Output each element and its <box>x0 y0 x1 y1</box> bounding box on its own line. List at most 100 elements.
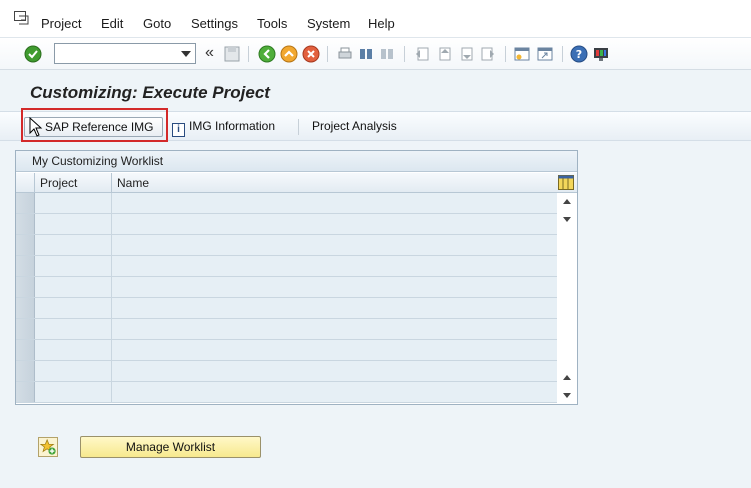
table-title: My Customizing Worklist <box>16 151 577 172</box>
cell-project[interactable] <box>36 382 112 402</box>
back-icon[interactable] <box>258 45 276 63</box>
menu-edit[interactable]: Edit <box>101 16 123 31</box>
cell-project[interactable] <box>36 193 112 213</box>
menu-system[interactable]: System <box>307 16 350 31</box>
cancel-icon[interactable] <box>302 45 320 63</box>
table-header: Project Name <box>16 173 577 193</box>
previous-page-icon[interactable] <box>435 45 453 63</box>
select-all-cell[interactable] <box>16 173 35 193</box>
next-page-icon[interactable] <box>457 45 475 63</box>
table-row[interactable] <box>16 319 557 340</box>
menu-project[interactable]: Project <box>41 16 81 31</box>
table-row[interactable] <box>16 298 557 319</box>
row-selector[interactable] <box>16 277 35 297</box>
project-analysis-button[interactable]: Project Analysis <box>312 117 412 137</box>
project-analysis-label: Project Analysis <box>312 119 397 133</box>
enter-checkmark-icon[interactable] <box>24 45 42 63</box>
row-selector[interactable] <box>16 382 35 402</box>
highlight-annotation <box>21 108 168 142</box>
exit-icon[interactable] <box>280 45 298 63</box>
cell-project[interactable] <box>36 214 112 234</box>
toolbar-separator <box>248 46 249 62</box>
img-information-button[interactable]: i IMG Information <box>172 117 282 137</box>
toolbar-separator <box>505 46 506 62</box>
cell-project[interactable] <box>36 361 112 381</box>
column-header-project[interactable]: Project <box>36 173 112 193</box>
cell-name[interactable] <box>113 235 557 255</box>
standard-toolbar: « ? <box>0 38 751 70</box>
cell-project[interactable] <box>36 340 112 360</box>
save-icon[interactable] <box>223 45 241 63</box>
row-selector[interactable] <box>16 235 35 255</box>
page-title: Customizing: Execute Project <box>30 83 270 102</box>
cell-name[interactable] <box>113 193 557 213</box>
title-bar: Customizing: Execute Project <box>0 71 751 111</box>
toolbar-separator <box>327 46 328 62</box>
column-header-name[interactable]: Name <box>113 173 413 193</box>
toolbar-separator <box>298 119 299 135</box>
row-selector[interactable] <box>16 361 35 381</box>
table-row[interactable] <box>16 361 557 382</box>
scroll-page-down-icon[interactable] <box>563 217 571 222</box>
cell-name[interactable] <box>113 382 557 402</box>
toolbar-separator <box>562 46 563 62</box>
table-row[interactable] <box>16 256 557 277</box>
cell-name[interactable] <box>113 361 557 381</box>
vertical-scrollbar[interactable] <box>558 193 577 404</box>
table-row[interactable] <box>16 235 557 256</box>
scroll-page-up-icon[interactable] <box>563 375 571 380</box>
cell-project[interactable] <box>36 256 112 276</box>
cell-name[interactable] <box>113 298 557 318</box>
system-menu-icon[interactable] <box>14 11 30 25</box>
info-icon: i <box>172 123 185 137</box>
scroll-down-icon[interactable] <box>563 393 571 398</box>
row-selector[interactable] <box>16 298 35 318</box>
row-selector[interactable] <box>16 256 35 276</box>
cell-name[interactable] <box>113 214 557 234</box>
cell-project[interactable] <box>36 319 112 339</box>
svg-text:?: ? <box>576 48 582 61</box>
customizing-worklist-table: My Customizing Worklist Project Name <box>15 150 578 405</box>
print-icon[interactable] <box>336 45 354 63</box>
row-selector[interactable] <box>16 193 35 213</box>
cell-name[interactable] <box>113 256 557 276</box>
command-field[interactable] <box>54 43 196 64</box>
toolbar-separator <box>404 46 405 62</box>
cell-project[interactable] <box>36 277 112 297</box>
cell-project[interactable] <box>36 298 112 318</box>
collapse-command-icon[interactable]: « <box>205 44 214 62</box>
table-row[interactable] <box>16 193 557 214</box>
table-row[interactable] <box>16 277 557 298</box>
table-row[interactable] <box>16 340 557 361</box>
menu-help[interactable]: Help <box>368 16 395 31</box>
table-row[interactable] <box>16 214 557 235</box>
last-page-icon[interactable] <box>479 45 497 63</box>
menu-tools[interactable]: Tools <box>257 16 287 31</box>
scroll-up-icon[interactable] <box>563 199 571 204</box>
cell-name[interactable] <box>113 340 557 360</box>
table-body <box>16 193 557 404</box>
manage-worklist-button[interactable]: Manage Worklist <box>80 436 261 458</box>
row-selector[interactable] <box>16 319 35 339</box>
command-input[interactable] <box>55 44 175 63</box>
cell-name[interactable] <box>113 319 557 339</box>
table-layout-icon[interactable] <box>558 175 574 190</box>
chevron-down-icon[interactable] <box>181 51 191 57</box>
help-icon[interactable]: ? <box>570 45 588 63</box>
customize-layout-icon[interactable] <box>592 45 610 63</box>
menu-bar: Project Edit Goto Settings Tools System … <box>0 0 751 38</box>
add-favorite-star-icon[interactable] <box>38 437 58 457</box>
cell-project[interactable] <box>36 235 112 255</box>
img-information-label: IMG Information <box>189 119 276 133</box>
cell-name[interactable] <box>113 277 557 297</box>
shortcut-icon[interactable] <box>536 45 554 63</box>
find-next-icon[interactable] <box>378 45 396 63</box>
row-selector[interactable] <box>16 214 35 234</box>
table-row[interactable] <box>16 382 557 403</box>
find-icon[interactable] <box>357 45 375 63</box>
first-page-icon[interactable] <box>413 45 431 63</box>
menu-goto[interactable]: Goto <box>143 16 171 31</box>
row-selector[interactable] <box>16 340 35 360</box>
create-session-icon[interactable] <box>513 45 531 63</box>
menu-settings[interactable]: Settings <box>191 16 238 31</box>
